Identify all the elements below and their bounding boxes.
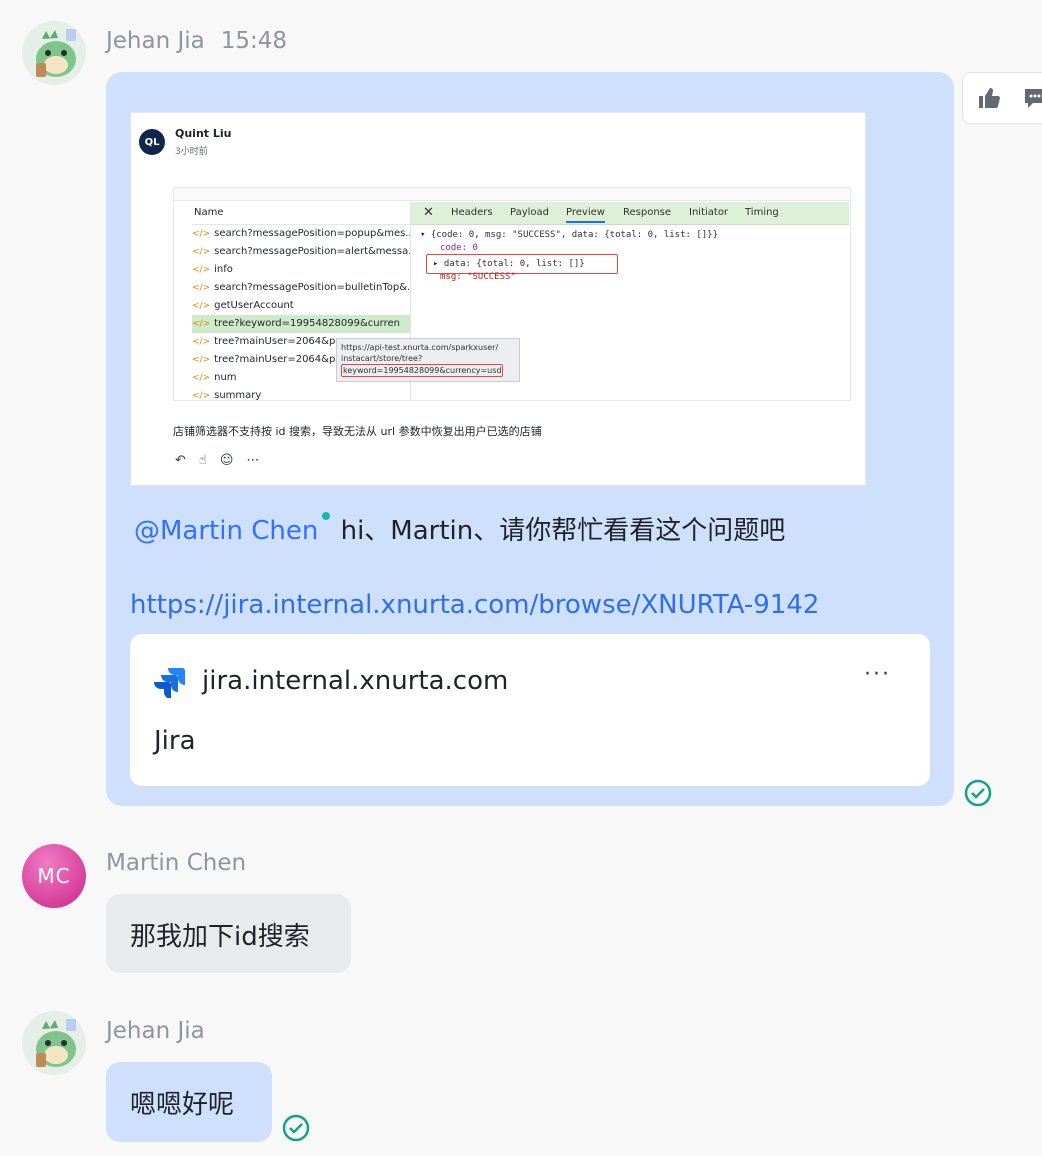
jira-link[interactable]: https://jira.internal.xnurta.com/browse/… bbox=[130, 590, 819, 620]
reply-icon: ↶ bbox=[175, 453, 199, 468]
message-text: 嗯嗯好呢 bbox=[130, 1090, 235, 1120]
tooltip-line: instacart/store/tree? bbox=[341, 354, 423, 363]
tab-initiator: Initiator bbox=[689, 207, 729, 218]
message-text: 那我加下id搜索 bbox=[130, 922, 310, 952]
request-row: </> search?messagePosition=alert&messa... bbox=[192, 246, 410, 257]
message-header: Jehan Jia 15:48 bbox=[106, 28, 287, 54]
sender-name[interactable]: Jehan Jia bbox=[106, 1018, 205, 1044]
comment-icon[interactable] bbox=[1023, 87, 1042, 109]
online-status-dot bbox=[322, 512, 331, 520]
tooltip-line-highlight: keyword=19954828099&currency=usd bbox=[341, 364, 504, 377]
detail-tabs: ✕ Headers Payload Preview Response Initi… bbox=[411, 202, 849, 225]
message-bubble: 嗯嗯好呢 bbox=[106, 1062, 272, 1142]
screenshot-actions: ↶☝☺⋯ bbox=[175, 453, 272, 468]
avatar[interactable] bbox=[22, 1011, 86, 1075]
author-avatar: QL bbox=[139, 129, 165, 155]
dino-avatar-icon bbox=[22, 1011, 86, 1075]
message-time: 15:48 bbox=[220, 28, 288, 54]
message-body: hi、Martin、请你帮忙看看这个问题吧 bbox=[332, 516, 786, 546]
more-icon: ⋯ bbox=[246, 453, 273, 468]
image-attachment[interactable]: QL Quint Liu 3小时前 Name </> search?message… bbox=[130, 112, 866, 486]
mention-martin-chen[interactable]: @Martin Chen bbox=[134, 516, 318, 546]
message-bubble: QL Quint Liu 3小时前 Name </> search?message… bbox=[106, 72, 954, 806]
thumbs-up-icon[interactable] bbox=[977, 86, 1001, 110]
tooltip-line: https://api-test.xnurta.com/sparkxuser/ bbox=[341, 343, 499, 352]
message-text: @Martin Chen hi、Martin、请你帮忙看看这个问题吧 bbox=[134, 510, 785, 547]
request-row: </> summary bbox=[192, 390, 262, 401]
devtools-timeline bbox=[174, 188, 850, 201]
devtools-panel: Name </> search?messagePosition=popup&mes… bbox=[173, 187, 851, 401]
read-check-icon bbox=[964, 779, 992, 807]
request-row: </> info bbox=[192, 264, 233, 275]
avatar[interactable]: MC bbox=[22, 844, 86, 908]
tab-response: Response bbox=[623, 207, 672, 218]
request-row: </> search?messagePosition=popup&mes... bbox=[192, 228, 410, 239]
name-column-header: Name bbox=[192, 202, 410, 225]
author-time: 3小时前 bbox=[175, 147, 208, 157]
request-row: </> getUserAccount bbox=[192, 300, 294, 311]
request-row-selected: </> tree?keyword=19954828099&curren bbox=[192, 315, 410, 333]
message-action-toolbar bbox=[962, 72, 1042, 124]
sender-name[interactable]: Jehan Jia bbox=[106, 28, 205, 54]
preview-msg: msg: "SUCCESS" bbox=[440, 272, 516, 282]
jira-logo-icon bbox=[154, 668, 185, 698]
thumbs-up-icon: ☝ bbox=[198, 453, 220, 468]
preview-code: code: 0 bbox=[440, 243, 478, 253]
url-tooltip: https://api-test.xnurta.com/sparkxuser/ … bbox=[336, 338, 520, 382]
screenshot-caption: 店铺筛选器不支持按 id 搜索，导致无法从 url 参数中恢复出用户已选的店铺 bbox=[173, 425, 542, 438]
tab-timing: Timing bbox=[745, 207, 779, 218]
avatar[interactable] bbox=[22, 21, 86, 85]
dino-avatar-icon bbox=[22, 21, 86, 85]
read-check-icon bbox=[282, 1114, 310, 1142]
close-icon: ✕ bbox=[423, 205, 434, 220]
card-title: Jira bbox=[154, 726, 196, 756]
preview-root: ▾ {code: 0, msg: "SUCCESS", data: {total… bbox=[420, 230, 719, 240]
sender-name[interactable]: Martin Chen bbox=[106, 850, 246, 876]
request-row: </> search?messagePosition=bulletinTop&..… bbox=[192, 282, 410, 293]
preview-data-highlight: ▸ data: {total: 0, list: []} bbox=[426, 254, 618, 274]
message-bubble: 那我加下id搜索 bbox=[106, 894, 351, 973]
card-more-button[interactable]: ··· bbox=[864, 662, 891, 687]
tab-headers: Headers bbox=[451, 207, 493, 218]
link-preview-card[interactable]: jira.internal.xnurta.com ··· Jira bbox=[130, 634, 930, 786]
emoji-icon: ☺ bbox=[219, 453, 247, 468]
tab-preview: Preview bbox=[566, 207, 605, 223]
card-domain: jira.internal.xnurta.com bbox=[202, 666, 509, 696]
author-name: Quint Liu bbox=[175, 127, 232, 140]
tab-payload: Payload bbox=[510, 207, 549, 218]
